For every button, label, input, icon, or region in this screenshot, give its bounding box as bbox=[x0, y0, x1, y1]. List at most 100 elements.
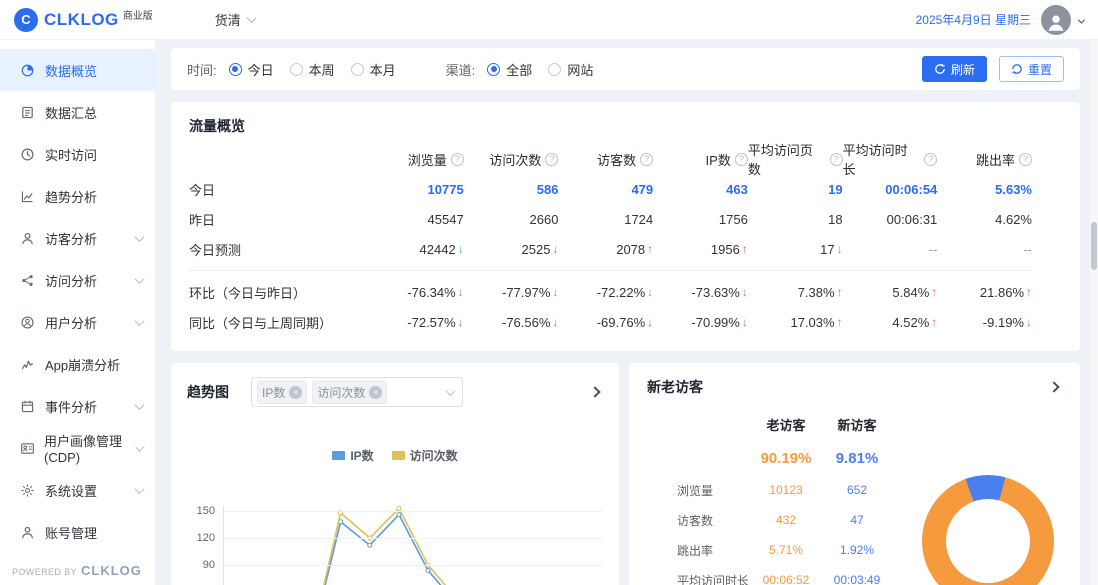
sidebar-item-label: 访问分析 bbox=[45, 271, 97, 290]
down-arrow-icon: ↓ bbox=[1026, 315, 1032, 329]
radio-label: 今日 bbox=[248, 60, 274, 79]
sidebar-item-cdp-management[interactable]: 用户画像管理(CDP) bbox=[0, 427, 155, 469]
metric-value: 5.63% bbox=[937, 174, 1032, 204]
metric-tag: IP数× bbox=[257, 381, 307, 404]
sidebar-item-visit-analysis[interactable]: 访问分析 bbox=[0, 259, 155, 301]
bottom-row: 趋势图 IP数×访问次数× IP数访问次数 15012090 bbox=[171, 363, 1080, 585]
channel-option-0[interactable]: 全部 bbox=[487, 60, 532, 79]
trend-line-svg bbox=[224, 506, 603, 585]
sidebar-item-realtime-visits[interactable]: 实时访问 bbox=[0, 133, 155, 175]
sidebar-item-app-crash-analysis[interactable]: App崩溃分析 bbox=[0, 343, 155, 385]
visitor-col-header: 新访客 bbox=[817, 411, 897, 437]
info-icon[interactable]: ? bbox=[735, 153, 748, 166]
sidebar-item-system-settings[interactable]: 系统设置 bbox=[0, 469, 155, 511]
powered-by: POWERED BY CLKLOG bbox=[12, 563, 142, 578]
gridline bbox=[224, 565, 603, 566]
metric-text: 7.38% bbox=[798, 285, 835, 300]
y-tick-label: 90 bbox=[203, 559, 215, 571]
info-icon[interactable]: ? bbox=[545, 153, 558, 166]
time-option-2[interactable]: 本月 bbox=[351, 60, 396, 79]
metric-value: 21.86%↑ bbox=[937, 277, 1032, 307]
project-select[interactable]: 货清 bbox=[215, 10, 255, 29]
time-option-1[interactable]: 本周 bbox=[290, 60, 335, 79]
sidebar-item-label: 数据概览 bbox=[45, 61, 97, 80]
user-icon bbox=[20, 314, 36, 330]
project-select-value: 货清 bbox=[215, 10, 241, 29]
radio-icon bbox=[548, 63, 561, 76]
sidebar-item-label: 趋势分析 bbox=[45, 187, 97, 206]
metric-value: -76.34%↓ bbox=[369, 277, 464, 307]
trend-icon bbox=[20, 188, 36, 204]
legend-label: 访问次数 bbox=[410, 447, 458, 464]
up-arrow-icon: ↑ bbox=[1026, 285, 1032, 299]
refresh-icon bbox=[934, 63, 946, 75]
visitor-row-label: 访客数 bbox=[677, 505, 755, 535]
metric-text: 21.86% bbox=[980, 285, 1024, 300]
legend-item[interactable]: IP数 bbox=[332, 447, 373, 464]
event-icon bbox=[20, 398, 36, 414]
legend-item[interactable]: 访问次数 bbox=[392, 447, 458, 464]
remove-tag-icon[interactable]: × bbox=[289, 386, 302, 399]
info-icon[interactable]: ? bbox=[1019, 153, 1032, 166]
visitors-detail-arrow[interactable] bbox=[1046, 379, 1062, 395]
metric-text: 2078 bbox=[616, 242, 645, 257]
scrollbar bbox=[1090, 0, 1098, 585]
sidebar-item-data-overview[interactable]: 数据概览 bbox=[0, 49, 155, 91]
new-visitor-value: 1.92% bbox=[817, 535, 897, 565]
sidebar-item-trend-analysis[interactable]: 趋势分析 bbox=[0, 175, 155, 217]
metric-text: -76.56% bbox=[502, 315, 550, 330]
info-icon[interactable]: ? bbox=[924, 153, 937, 166]
main-content: 时间: 今日本周本月 渠道: 全部网站 刷新 重置 流量概览 浏览量?访问次数?… bbox=[155, 40, 1098, 585]
reset-button[interactable]: 重置 bbox=[999, 56, 1064, 82]
column-label: 访问次数 bbox=[489, 150, 541, 169]
metric-multiselect[interactable]: IP数× 访问次数 × bbox=[251, 377, 463, 407]
metric-tag-label: 访问次数 bbox=[317, 384, 365, 401]
settings-icon bbox=[20, 482, 36, 498]
metric-value: 00:06:31 bbox=[843, 204, 938, 234]
sidebar-item-label: App崩溃分析 bbox=[45, 355, 120, 374]
filter-buttons: 刷新 重置 bbox=[922, 56, 1064, 82]
channel-option-1[interactable]: 网站 bbox=[548, 60, 593, 79]
sidebar-menu: 数据概览数据汇总实时访问趋势分析访客分析访问分析用户分析 App崩溃分析事件分析用… bbox=[0, 40, 155, 553]
user-menu-caret[interactable] bbox=[1079, 11, 1084, 29]
sidebar-item-account-management[interactable]: 账号管理 bbox=[0, 511, 155, 553]
table-divider bbox=[189, 270, 1032, 271]
time-filter-label: 时间: bbox=[187, 60, 217, 79]
chevron-down-icon bbox=[135, 274, 145, 284]
gridline bbox=[224, 511, 603, 512]
row-label: 昨日 bbox=[189, 204, 369, 234]
gridline bbox=[224, 538, 603, 539]
metric-text: 17 bbox=[820, 242, 834, 257]
metric-value: -69.76%↓ bbox=[558, 307, 653, 337]
metric-text: -77.97% bbox=[502, 285, 550, 300]
topbar-right: 2025年4月9日 星期三 bbox=[916, 5, 1084, 35]
chevron-down-icon bbox=[246, 13, 256, 23]
remove-tag-icon[interactable]: × bbox=[369, 386, 382, 399]
info-icon[interactable]: ? bbox=[830, 153, 843, 166]
chevron-down-icon bbox=[135, 316, 145, 326]
y-axis-labels: 15012090 bbox=[187, 506, 223, 585]
sidebar-item-label: 数据汇总 bbox=[45, 103, 97, 122]
visitors-header-empty bbox=[677, 411, 755, 441]
new-visitor-percentage: 9.81% bbox=[817, 441, 897, 475]
traffic-overview-card: 流量概览 浏览量?访问次数?访客数?IP数?平均访问页数?平均访问时长?跳出率?… bbox=[171, 102, 1080, 351]
metric-value: -77.97%↓ bbox=[464, 277, 559, 307]
info-icon[interactable]: ? bbox=[451, 153, 464, 166]
user-avatar[interactable] bbox=[1041, 5, 1071, 35]
refresh-button[interactable]: 刷新 bbox=[922, 56, 987, 82]
time-option-0[interactable]: 今日 bbox=[229, 60, 274, 79]
metric-text: -76.34% bbox=[407, 285, 455, 300]
sidebar-item-user-analysis[interactable]: 用户分析 bbox=[0, 301, 155, 343]
sidebar-item-label: 用户画像管理(CDP) bbox=[44, 431, 137, 465]
trend-detail-arrow[interactable] bbox=[587, 384, 603, 400]
traffic-table: 浏览量?访问次数?访客数?IP数?平均访问页数?平均访问时长?跳出率?今日107… bbox=[189, 144, 1062, 337]
info-icon[interactable]: ? bbox=[640, 153, 653, 166]
scrollbar-thumb[interactable] bbox=[1091, 222, 1097, 270]
chevron-right-icon bbox=[1048, 381, 1059, 392]
sidebar-item-visitor-analysis[interactable]: 访客分析 bbox=[0, 217, 155, 259]
column-header: 跳出率? bbox=[937, 144, 1032, 174]
metric-value: 1956↑ bbox=[653, 234, 748, 264]
new-visitor-value: 00:03:49 bbox=[817, 565, 897, 585]
sidebar-item-data-summary[interactable]: 数据汇总 bbox=[0, 91, 155, 133]
sidebar-item-event-analysis[interactable]: 事件分析 bbox=[0, 385, 155, 427]
